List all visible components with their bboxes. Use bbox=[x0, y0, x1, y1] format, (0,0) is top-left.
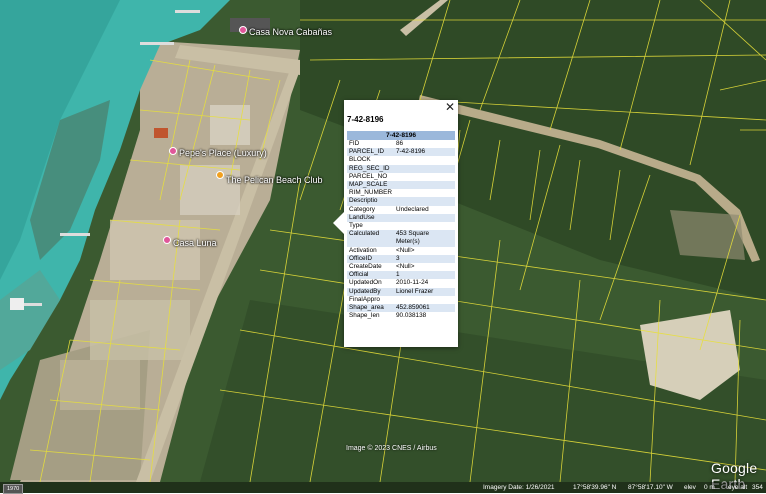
attribute-row: Category Undeclared bbox=[347, 206, 455, 214]
attribute-row: Calculated 453 Square Meter(s) bbox=[347, 230, 455, 247]
place-label-2[interactable]: The Pelican Beach Club bbox=[226, 175, 323, 185]
attribute-row: PARCEL_ID 7-42-8196 bbox=[347, 148, 455, 157]
place-pin-icon[interactable] bbox=[163, 236, 171, 244]
latitude-readout: 17°58'39.96" N bbox=[573, 484, 617, 491]
attribute-row: PARCEL_NO bbox=[347, 173, 455, 181]
place-label-3[interactable]: Casa Luna bbox=[173, 238, 217, 248]
attribute-key: Descriptio bbox=[347, 197, 394, 206]
attribute-key: Shape_area bbox=[347, 304, 394, 313]
attribute-row: RIM_NUMBER bbox=[347, 189, 455, 197]
attribute-value: 3 bbox=[393, 254, 455, 264]
attribute-value: 452.859061 bbox=[393, 304, 455, 313]
attribute-value bbox=[393, 213, 455, 223]
attribute-key: OfficeID bbox=[347, 254, 394, 264]
attribute-row: Descriptio bbox=[347, 197, 455, 206]
attribute-row: Shape_area 452.859061 bbox=[347, 304, 455, 313]
attribute-key: Category bbox=[349, 205, 375, 213]
attribute-value bbox=[393, 164, 455, 173]
attribute-value: 86 bbox=[395, 140, 404, 147]
place-label-1[interactable]: Pepe's Place (Luxury) bbox=[179, 148, 267, 158]
attribute-value: <Null> bbox=[395, 263, 415, 271]
attribute-key: FID bbox=[349, 140, 360, 147]
attribute-row: LandUse bbox=[347, 213, 455, 223]
attribute-key: UpdatedOn bbox=[349, 279, 382, 287]
attribute-value bbox=[394, 222, 455, 230]
place-pin-icon[interactable] bbox=[169, 147, 177, 155]
place-pin-icon[interactable] bbox=[239, 26, 247, 34]
attribute-value: 453 Square Meter(s) bbox=[393, 230, 455, 247]
parcel-info-balloon: ✕ 7-42-8196 7-42-8196 FID 86 PARCEL_ID 7-42… bbox=[333, 100, 458, 347]
attribute-row: OfficeID 3 bbox=[347, 254, 455, 264]
attribute-row: Shape_len 90.038138 bbox=[347, 312, 455, 320]
attribute-row: UpdatedBy Lionel Frazer bbox=[347, 287, 455, 296]
elevation-value: 0 m bbox=[704, 484, 715, 491]
attribute-key: BLOCK bbox=[349, 156, 371, 164]
balloon-pointer bbox=[333, 212, 344, 234]
attribute-key: MAP_SCALE bbox=[347, 181, 394, 190]
attribute-value bbox=[394, 156, 455, 164]
attribute-key: Type bbox=[349, 222, 363, 230]
elevation-label: elev bbox=[684, 484, 696, 491]
attribute-value: Undeclared bbox=[395, 205, 429, 213]
attribute-key: Activation bbox=[349, 246, 377, 254]
attribute-key: UpdatedBy bbox=[347, 287, 394, 296]
attribute-row: Activation <Null> bbox=[347, 247, 455, 255]
place-pin-icon[interactable] bbox=[216, 171, 224, 179]
attribute-row: MAP_SCALE bbox=[347, 181, 455, 190]
balloon-title: 7-42-8196 bbox=[347, 115, 384, 124]
status-bar: 1970 Imagery Date: 1/26/2021 17°58'39.96… bbox=[0, 482, 766, 494]
attribute-key: LandUse bbox=[347, 213, 394, 223]
attribute-key: PARCEL_ID bbox=[347, 148, 394, 157]
attribute-value bbox=[394, 173, 455, 181]
attribute-table-body: FID 86 PARCEL_ID 7-42-8196 BLOCK REG_SEC_ID PA… bbox=[347, 140, 455, 320]
attribute-value bbox=[393, 181, 455, 190]
attribute-key: Official bbox=[347, 271, 394, 280]
attribute-value: 7-42-8196 bbox=[393, 148, 455, 157]
attribute-row: REG_SEC_ID bbox=[347, 164, 455, 173]
close-icon[interactable]: ✕ bbox=[445, 100, 455, 114]
longitude-readout: 87°58'17.10" W bbox=[628, 484, 673, 491]
attribute-key: FinalAppro bbox=[349, 295, 380, 303]
attribute-row: FID 86 bbox=[347, 140, 455, 148]
attribute-key: REG_SEC_ID bbox=[347, 164, 394, 173]
attribute-value bbox=[394, 296, 455, 304]
attribute-value: 2010-11-24 bbox=[395, 279, 429, 287]
attribute-row: Official 1 bbox=[347, 271, 455, 280]
attribute-key: Calculated bbox=[347, 230, 394, 247]
attribute-row: FinalAppro bbox=[347, 296, 455, 304]
attribute-value bbox=[393, 197, 455, 206]
attribute-value: 1 bbox=[393, 271, 455, 280]
attribute-table: 7-42-8196 FID 86 PARCEL_ID 7-42-8196 BLOCK RE… bbox=[347, 131, 455, 320]
eye-altitude-value: 354 bbox=[752, 484, 763, 491]
imagery-date: Imagery Date: 1/26/2021 bbox=[483, 484, 555, 491]
attribute-value: 90.038138 bbox=[395, 312, 427, 320]
attribute-row: UpdatedOn 2010-11-24 bbox=[347, 279, 455, 287]
attribute-key: CreateDate bbox=[349, 263, 382, 271]
attribute-table-header: 7-42-8196 bbox=[347, 131, 455, 140]
attribute-row: Type bbox=[347, 222, 455, 230]
attribute-key: RIM_NUMBER bbox=[349, 189, 392, 197]
attribute-value: Lionel Frazer bbox=[393, 287, 455, 296]
attribute-row: CreateDate <Null> bbox=[347, 263, 455, 271]
attribute-key: Shape_len bbox=[349, 312, 380, 320]
attribute-key: PARCEL_NO bbox=[349, 172, 388, 180]
eye-altitude-label: eye alt bbox=[728, 484, 748, 491]
imagery-copyright: Image © 2023 CNES / Airbus bbox=[346, 445, 437, 452]
attribute-row: BLOCK bbox=[347, 156, 455, 164]
attribute-value bbox=[394, 189, 455, 197]
place-label-0[interactable]: Casa Nova Cabañas bbox=[249, 27, 332, 37]
attribute-value: <Null> bbox=[395, 246, 415, 254]
